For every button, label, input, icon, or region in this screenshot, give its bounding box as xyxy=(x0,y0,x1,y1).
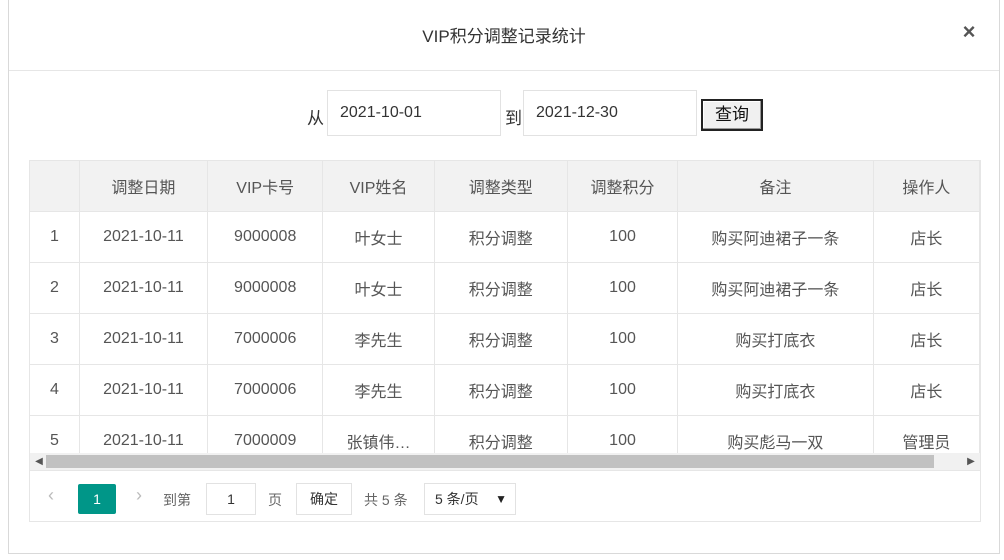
row-index: 1 xyxy=(30,211,80,263)
column-header-index xyxy=(30,161,80,212)
cell-name: 李先生 xyxy=(322,313,435,365)
column-header-date[interactable]: 调整日期 xyxy=(79,161,208,212)
cell-points: 100 xyxy=(567,262,679,314)
cell-operator: 店长 xyxy=(873,211,980,263)
cell-remark: 购买阿迪裙子一条 xyxy=(677,211,874,263)
current-page-button[interactable]: 1 xyxy=(78,484,116,514)
column-header-operator[interactable]: 操作人 xyxy=(873,161,980,212)
page-label: 页 xyxy=(268,492,282,508)
date-filter: 从 2021-10-01 到 2021-12-30 查询 xyxy=(9,90,999,138)
table-row[interactable]: 1 2021-10-11 9000008 叶女士 积分调整 100 购买阿迪裙子… xyxy=(30,211,980,263)
cell-name: 叶女士 xyxy=(322,211,435,263)
cell-name: 李先生 xyxy=(322,364,435,416)
cell-card: 9000008 xyxy=(207,262,324,314)
records-grid: 调整日期 VIP卡号 VIP姓名 调整类型 调整积分 备注 操作人 1 2021… xyxy=(30,161,980,467)
next-page-icon[interactable]: › xyxy=(136,485,142,506)
dialog: VIP积分调整记录统计 × 从 2021-10-01 到 2021-12-30 … xyxy=(8,0,1000,554)
cell-date: 2021-10-11 xyxy=(79,262,208,314)
table-row[interactable]: 3 2021-10-11 7000006 李先生 积分调整 100 购买打底衣 … xyxy=(30,313,980,365)
column-header-name[interactable]: VIP姓名 xyxy=(322,161,435,212)
start-date-input[interactable]: 2021-10-01 xyxy=(327,90,501,136)
horizontal-scrollbar[interactable]: ◀ ▶ xyxy=(30,453,980,470)
cell-type: 积分调整 xyxy=(434,313,568,365)
cell-type: 积分调整 xyxy=(434,364,568,416)
query-button[interactable]: 查询 xyxy=(701,99,763,131)
total-count: 共 5 条 xyxy=(364,492,408,508)
row-index: 2 xyxy=(30,262,80,314)
goto-label: 到第 xyxy=(163,492,191,508)
cell-remark: 购买阿迪裙子一条 xyxy=(677,262,874,314)
end-date-input[interactable]: 2021-12-30 xyxy=(523,90,697,136)
cell-type: 积分调整 xyxy=(434,211,568,263)
dialog-header: VIP积分调整记录统计 × xyxy=(9,0,999,71)
chevron-down-icon: ▼ xyxy=(495,492,507,506)
page-size-select[interactable]: 5 条/页 ▼ xyxy=(424,483,516,515)
cell-remark: 购买打底衣 xyxy=(677,313,874,365)
dialog-title: VIP积分调整记录统计 xyxy=(422,27,586,46)
column-header-remark[interactable]: 备注 xyxy=(677,161,874,212)
prev-page-icon[interactable]: ‹ xyxy=(48,485,54,506)
cell-type: 积分调整 xyxy=(434,262,568,314)
to-label: 到 xyxy=(505,109,522,128)
cell-date: 2021-10-11 xyxy=(79,364,208,416)
close-icon[interactable]: × xyxy=(959,21,979,43)
column-header-type[interactable]: 调整类型 xyxy=(434,161,568,212)
pagination: ‹ 1 › 到第 1 页 确定 共 5 条 5 条/页 ▼ xyxy=(30,470,980,521)
column-header-points[interactable]: 调整积分 xyxy=(567,161,679,212)
cell-card: 7000006 xyxy=(207,313,324,365)
page-size-value: 5 条/页 xyxy=(435,491,479,507)
scroll-right-icon[interactable]: ▶ xyxy=(964,455,978,468)
column-header-card[interactable]: VIP卡号 xyxy=(207,161,324,212)
cell-operator: 店长 xyxy=(873,313,980,365)
scroll-left-icon[interactable]: ◀ xyxy=(32,455,46,468)
cell-remark: 购买打底衣 xyxy=(677,364,874,416)
cell-date: 2021-10-11 xyxy=(79,313,208,365)
records-table: 调整日期 VIP卡号 VIP姓名 调整类型 调整积分 备注 操作人 1 2021… xyxy=(29,160,981,522)
cell-points: 100 xyxy=(567,313,679,365)
scrollbar-thumb[interactable] xyxy=(46,455,934,468)
goto-confirm-button[interactable]: 确定 xyxy=(296,483,352,515)
table-header-row: 调整日期 VIP卡号 VIP姓名 调整类型 调整积分 备注 操作人 xyxy=(30,161,980,212)
cell-card: 9000008 xyxy=(207,211,324,263)
cell-points: 100 xyxy=(567,364,679,416)
cell-name: 叶女士 xyxy=(322,262,435,314)
cell-card: 7000006 xyxy=(207,364,324,416)
cell-operator: 店长 xyxy=(873,364,980,416)
table-row[interactable]: 4 2021-10-11 7000006 李先生 积分调整 100 购买打底衣 … xyxy=(30,364,980,416)
row-index: 4 xyxy=(30,364,80,416)
cell-date: 2021-10-11 xyxy=(79,211,208,263)
goto-page-input[interactable]: 1 xyxy=(206,483,256,515)
cell-operator: 店长 xyxy=(873,262,980,314)
cell-points: 100 xyxy=(567,211,679,263)
from-label: 从 xyxy=(307,109,324,128)
row-index: 3 xyxy=(30,313,80,365)
table-row[interactable]: 2 2021-10-11 9000008 叶女士 积分调整 100 购买阿迪裙子… xyxy=(30,262,980,314)
